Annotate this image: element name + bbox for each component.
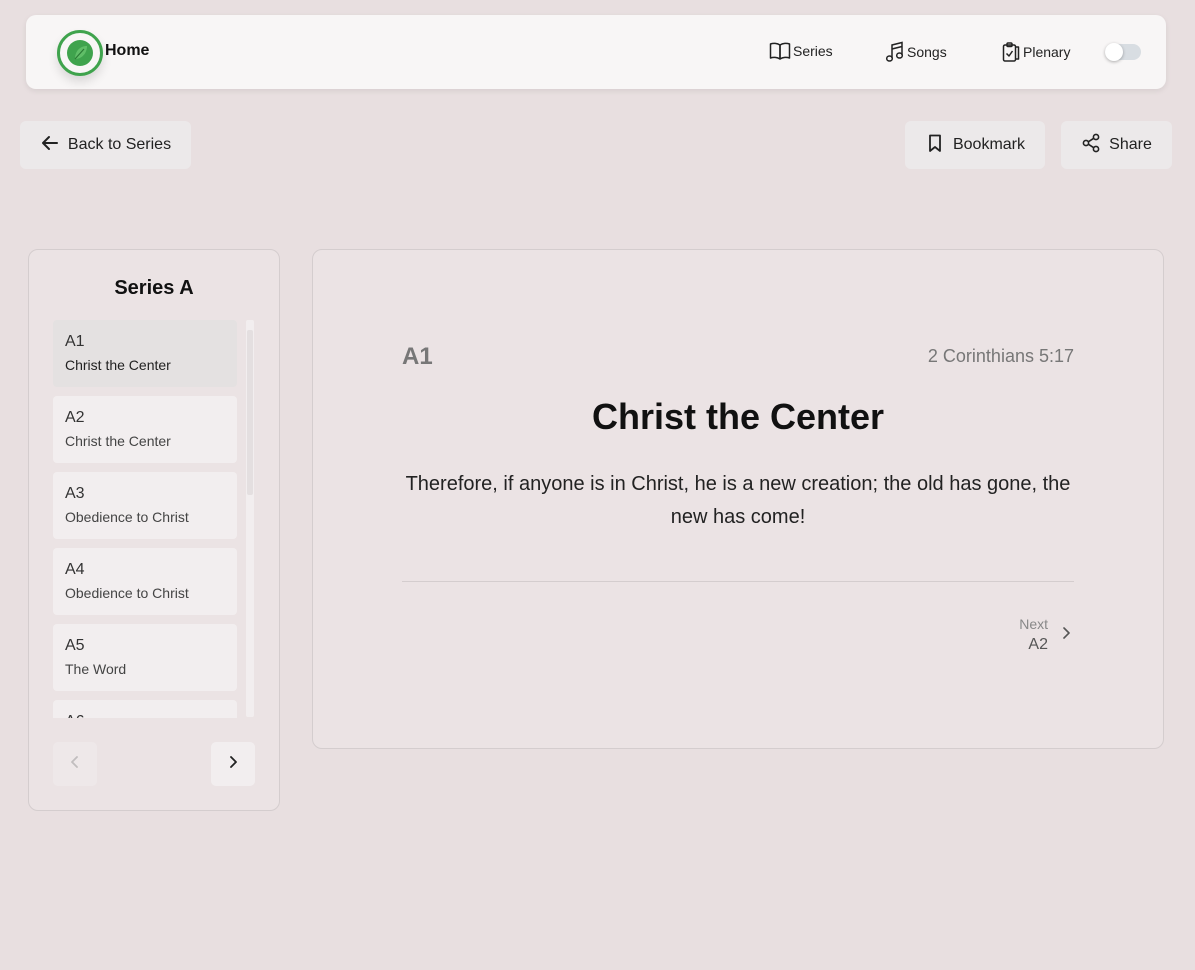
theme-toggle[interactable] — [1105, 43, 1141, 61]
list-item-title: Christ the Center — [65, 357, 171, 373]
series-sidebar: Series A A1 Christ the Center A2 Christ … — [28, 249, 280, 811]
next-verse-link[interactable]: Next A2 — [1019, 616, 1074, 654]
verse-title: Christ the Center — [591, 396, 885, 437]
home-link[interactable]: Home — [105, 42, 149, 60]
bookmark-button[interactable]: Bookmark — [905, 121, 1045, 169]
list-item-code: A6 — [65, 713, 85, 718]
nav-link-label: Plenary — [1023, 44, 1071, 60]
list-scrollbar[interactable] — [246, 320, 254, 717]
list-scrollbar-thumb[interactable] — [247, 330, 253, 495]
list-item[interactable]: A6 — [53, 700, 237, 718]
chevron-right-icon — [225, 754, 241, 775]
leaf-logo-icon[interactable] — [57, 30, 103, 76]
music-icon — [885, 41, 905, 63]
chevron-right-icon — [1058, 625, 1074, 646]
list-item-code: A4 — [65, 561, 85, 578]
series-title: Series A — [114, 277, 194, 299]
next-label: Next — [1019, 616, 1048, 632]
clipboard-check-icon — [1001, 41, 1021, 63]
nav-link-label: Series — [793, 43, 833, 59]
bookmark-icon — [925, 133, 945, 158]
share-button[interactable]: Share — [1061, 121, 1172, 169]
list-item-code: A2 — [65, 409, 85, 426]
list-item[interactable]: A4 Obedience to Christ — [53, 548, 237, 615]
list-item-title: Obedience to Christ — [65, 509, 189, 525]
back-to-series-button[interactable]: Back to Series — [20, 121, 191, 169]
share-label: Share — [1109, 136, 1152, 153]
chevron-left-icon — [67, 754, 83, 775]
divider — [402, 581, 1074, 582]
list-item-title: The Word — [65, 661, 127, 677]
list-item-title: Obedience to Christ — [65, 585, 189, 601]
verse-reference: 2 Corinthians 5:17 — [927, 346, 1074, 366]
back-to-series-label: Back to Series — [67, 136, 172, 153]
list-item-title: Christ the Center — [65, 433, 171, 449]
nav-link-series[interactable]: Series — [769, 41, 833, 61]
list-item[interactable]: A5 The Word — [53, 624, 237, 691]
list-item[interactable]: A3 Obedience to Christ — [53, 472, 237, 539]
verse-code: A1 — [402, 343, 433, 370]
arrow-left-icon — [40, 133, 60, 158]
next-code: A2 — [1028, 636, 1048, 653]
list-item-code: A5 — [65, 637, 85, 654]
list-item[interactable]: A1 Christ the Center — [53, 320, 237, 387]
list-item-code: A3 — [65, 485, 85, 502]
nav-link-songs[interactable]: Songs — [885, 41, 947, 63]
list-item[interactable]: A2 Christ the Center — [53, 396, 237, 463]
verse-card: A1 2 Corinthians 5:17 Christ the Center … — [312, 249, 1164, 749]
nav-link-label: Songs — [907, 44, 947, 60]
verse-text: Therefore, if anyone is in Christ, he is… — [405, 473, 1071, 528]
share-icon — [1081, 133, 1101, 158]
list-item-code: A1 — [65, 333, 85, 350]
nav-link-plenary[interactable]: Plenary — [1001, 41, 1070, 63]
book-open-icon — [769, 41, 791, 61]
next-page-button[interactable] — [211, 742, 255, 786]
previous-page-button[interactable] — [53, 742, 97, 786]
verse-list[interactable]: A1 Christ the Center A2 Christ the Cente… — [53, 320, 253, 718]
toggle-knob — [1105, 43, 1123, 61]
bookmark-label: Bookmark — [952, 136, 1026, 153]
top-navbar: Home Series Songs Plenary — [26, 15, 1166, 89]
